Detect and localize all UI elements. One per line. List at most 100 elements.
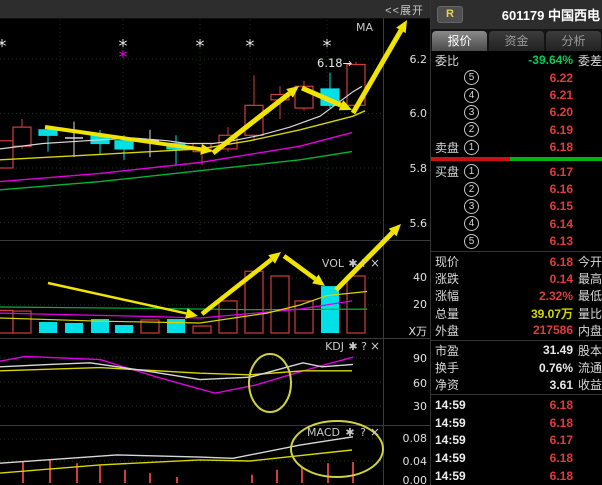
tab-analysis[interactable]: 分析 — [546, 31, 601, 51]
info-label: 净资 — [435, 376, 487, 393]
sell-price: 6.19 — [479, 123, 602, 137]
volume-tick: 40 — [413, 271, 427, 284]
bid-ask-ratio-bar — [431, 156, 602, 163]
sell-price: 6.22 — [479, 71, 602, 85]
info-value: 39.07万 — [487, 305, 573, 322]
buy-level-row[interactable]: 36.15 — [431, 198, 602, 215]
buy-price: 6.16 — [479, 182, 602, 196]
info-row: 现价6.18今开 — [431, 253, 602, 270]
level-circle: 2 — [464, 122, 479, 137]
section-divider — [431, 251, 602, 252]
info-row: 换手0.76% 流通 — [431, 359, 602, 376]
kdj-tick: 30 — [413, 400, 427, 413]
candlestick-series — [0, 62, 365, 168]
price-tick: 5.8 — [410, 162, 428, 175]
level-circle: 1 — [464, 140, 479, 155]
info-row: 市盈31.49股本 — [431, 342, 602, 359]
volume-unit: X万 — [408, 325, 427, 338]
info-label: 涨跌 — [435, 270, 487, 287]
info-label2: 量比 — [578, 305, 602, 322]
info-value: 0.76% — [487, 361, 573, 375]
kdj-close-icon[interactable]: × — [370, 339, 380, 353]
info-label2: 今开 — [578, 253, 602, 270]
quote-panel: R 601179 中国西电 报价 资金 分析 委比 -39.64% 委差 56.… — [430, 0, 602, 485]
macd-pane-label: MACD — [307, 426, 340, 439]
trade-tick-row[interactable]: 14:596.18 — [431, 396, 602, 414]
buy-level-row[interactable]: 买盘16.17 — [431, 163, 602, 180]
tab-funds[interactable]: 资金 — [489, 31, 544, 51]
vol-help-icon[interactable]: ? — [361, 257, 367, 270]
r-badge[interactable]: R — [437, 6, 463, 23]
vol-close-icon[interactable]: × — [370, 256, 380, 270]
weibi-value: -39.64% — [459, 53, 573, 67]
buy-level-row[interactable]: 26.16 — [431, 180, 602, 197]
sell-price: 6.20 — [479, 105, 602, 119]
info-row: 涨跌0.14 最高 — [431, 270, 602, 287]
macd-tick: 0.08 — [403, 432, 428, 445]
annotation-overlay: ****** — [0, 20, 407, 477]
macd-lines — [0, 437, 353, 483]
buy-price: 6.15 — [479, 199, 602, 213]
trade-tick-row[interactable]: 14:596.17 — [431, 432, 602, 450]
weibi-label: 委比 — [435, 52, 459, 69]
buy-price: 6.13 — [479, 234, 602, 248]
section-divider — [431, 340, 602, 341]
sell-price: 6.21 — [479, 88, 602, 102]
sell-level-row[interactable]: 36.20 — [431, 104, 602, 121]
info-value: 0.14 — [487, 272, 573, 286]
level-circle: 4 — [464, 88, 479, 103]
kdj-pane-label: KDJ — [325, 340, 344, 353]
trade-time: 14:59 — [435, 469, 491, 483]
trade-tick-row[interactable]: 14:596.18 — [431, 467, 602, 485]
info-value: 217586 — [487, 323, 573, 337]
trade-tick-row[interactable]: 14:596.18 — [431, 414, 602, 432]
stock-title: 601179 中国西电 — [463, 5, 600, 24]
trade-price: 6.18 — [491, 469, 602, 483]
tab-quote[interactable]: 报价 — [432, 31, 487, 51]
buy-level-row[interactable]: 56.13 — [431, 233, 602, 250]
level-circle: 4 — [464, 216, 479, 231]
macd-gear-icon[interactable]: ✱ — [345, 426, 354, 439]
vol-gear-icon[interactable]: ✱ — [348, 257, 357, 270]
macd-tick: 0.04 — [403, 455, 428, 468]
info-label: 涨幅 — [435, 287, 487, 304]
info-label: 市盈 — [435, 342, 487, 359]
macd-close-icon[interactable]: × — [370, 425, 380, 439]
sell-level-row[interactable]: 46.21 — [431, 86, 602, 103]
quote-tabs: 报价 资金 分析 — [431, 29, 602, 51]
level-circle: 1 — [464, 164, 479, 179]
buy-level-row[interactable]: 46.14 — [431, 215, 602, 232]
weicha-label: 委差 — [578, 52, 602, 69]
buy-price: 6.14 — [479, 217, 602, 231]
level-circle: 5 — [464, 70, 479, 85]
kdj-help-icon[interactable]: ? — [361, 340, 367, 353]
side-label: 买盘 — [431, 163, 464, 180]
info-label: 换手 — [435, 359, 487, 376]
sell-level-row[interactable]: 卖盘16.18 — [431, 139, 602, 156]
macd-help-icon[interactable]: ? — [360, 426, 366, 439]
price-tick: 5.6 — [410, 217, 428, 230]
svg-text:*: * — [0, 36, 7, 57]
svg-text:*: * — [196, 36, 205, 57]
info-row: 涨幅2.32%最低 — [431, 287, 602, 304]
level-circle: 2 — [464, 182, 479, 197]
weibi-row: 委比 -39.64% 委差 — [431, 51, 602, 69]
trade-time: 14:59 — [435, 433, 491, 447]
kdj-gear-icon[interactable]: ✱ — [348, 340, 357, 353]
trade-price: 6.17 — [491, 433, 602, 447]
info-label2: 流通 — [578, 359, 602, 376]
level-circle: 3 — [464, 105, 479, 120]
info-label2: 内盘 — [578, 322, 602, 339]
sell-level-row[interactable]: 56.22 — [431, 69, 602, 86]
ma-label: MA — [356, 21, 373, 34]
svg-text:*: * — [323, 36, 332, 57]
info-value: 2.32% — [487, 289, 573, 303]
info-label2: 最高 — [578, 270, 602, 287]
macd-tick: 0.00 — [403, 474, 428, 485]
sell-level-row[interactable]: 26.19 — [431, 121, 602, 138]
info-row: 外盘217586内盘 — [431, 322, 602, 339]
kline-chart: ****** MA VOL ✱ ? × KDJ ✱ ? × MACD ✱ ? ×… — [0, 0, 430, 485]
trade-tick-row[interactable]: 14:596.18 — [431, 449, 602, 467]
trade-price: 6.18 — [491, 398, 602, 412]
section-divider — [431, 394, 602, 395]
